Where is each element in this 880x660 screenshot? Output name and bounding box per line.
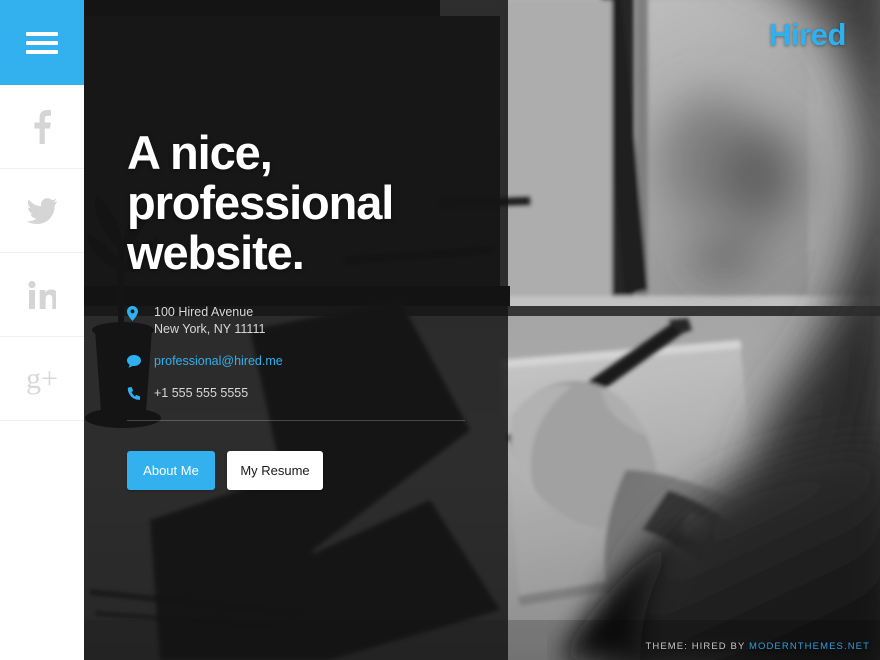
cta-buttons: About Me My Resume [127,451,487,490]
social-link-twitter[interactable] [0,169,84,253]
contact-list: 100 Hired Avenue New York, NY 11111 prof… [127,304,487,402]
googleplus-icon: g+ [26,361,58,395]
sidebar: g+ [0,0,84,660]
address-line-2: New York, NY 11111 [154,322,266,336]
headline-line-1: A nice, [127,126,273,179]
phone-icon [127,385,154,400]
theme-credit-prefix: THEME: HIRED BY [645,641,749,652]
map-pin-icon [127,304,154,321]
facebook-icon [31,109,53,144]
hero-content: A nice, professional website. 100 Hired … [127,0,487,490]
email-link[interactable]: professional@hired.me [154,353,283,370]
page-title: A nice, professional website. [127,128,487,278]
contact-row-address: 100 Hired Avenue New York, NY 11111 [127,304,487,338]
headline-line-3: website. [127,226,305,279]
my-resume-button[interactable]: My Resume [227,451,323,490]
twitter-icon [27,197,57,224]
phone-text: +1 555 555 5555 [154,386,249,400]
theme-credit: THEME: HIRED BY MODERNTHEMES.NET [645,641,870,652]
address-text: 100 Hired Avenue New York, NY 11111 [154,304,265,338]
hamburger-icon [26,27,58,59]
contact-row-phone: +1 555 555 5555 [127,385,487,402]
page-root: g+ Hired A nice, professional website. 1… [0,0,880,660]
linkedin-icon [28,280,56,309]
address-line-1: 100 Hired Avenue [154,305,254,319]
social-link-facebook[interactable] [0,85,84,169]
site-logo[interactable]: Hired [769,17,847,53]
modernthemes-link[interactable]: MODERNTHEMES.NET [749,641,870,652]
chat-bubble-icon [127,353,154,368]
menu-toggle-button[interactable] [0,0,84,85]
contact-row-email: professional@hired.me [127,353,487,370]
about-me-button[interactable]: About Me [127,451,215,490]
social-link-googleplus[interactable]: g+ [0,337,84,421]
headline-line-2: professional [127,176,394,229]
content-divider [127,420,465,421]
social-link-linkedin[interactable] [0,253,84,337]
